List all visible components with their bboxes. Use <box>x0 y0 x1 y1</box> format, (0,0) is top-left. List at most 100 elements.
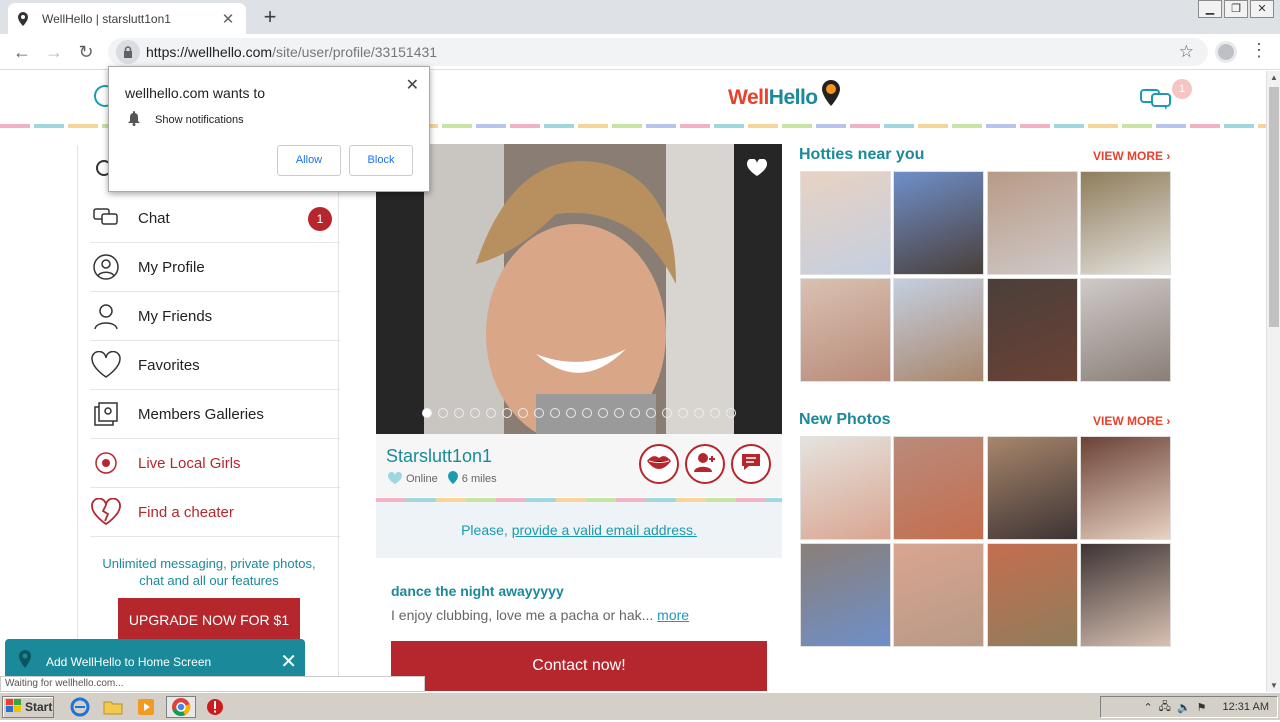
sidebar-item-my-friends[interactable]: My Friends <box>90 292 340 341</box>
carousel-dot[interactable] <box>726 408 736 418</box>
message-button[interactable] <box>731 444 771 484</box>
carousel-dot[interactable] <box>518 408 528 418</box>
reload-button[interactable]: ↻ <box>70 36 102 68</box>
sidebar-item-chat[interactable]: Chat 1 <box>90 194 340 243</box>
folder-icon[interactable] <box>103 697 123 717</box>
carousel-dot[interactable] <box>438 408 448 418</box>
bell-icon <box>127 111 141 129</box>
scrollbar-thumb[interactable] <box>1269 87 1279 327</box>
favorite-heart-icon[interactable] <box>746 158 768 182</box>
contact-now-button[interactable]: Contact now! <box>391 641 767 691</box>
sidebar-item-favorites[interactable]: Favorites <box>90 341 340 390</box>
scroll-down-arrow-icon[interactable]: ▼ <box>1267 681 1280 690</box>
carousel-dot[interactable] <box>598 408 608 418</box>
carousel-dot[interactable] <box>454 408 464 418</box>
address-bar[interactable]: https://wellhello.com/site/user/profile/… <box>108 38 1208 66</box>
kiss-button[interactable] <box>639 444 679 484</box>
browser-tab[interactable]: WellHello | starslutt1on1 ✕ <box>8 3 246 34</box>
popup-close-icon[interactable]: ✕ <box>406 75 419 95</box>
volume-icon[interactable]: 🔈 <box>1177 701 1191 714</box>
clock-time[interactable]: 12:31 AM <box>1223 701 1269 713</box>
window-controls: ▁ ❐ ✕ <box>1198 0 1274 18</box>
hottie-thumbnail[interactable] <box>893 278 984 382</box>
network-icon[interactable]: 🖧 <box>1159 698 1171 717</box>
scroll-up-arrow-icon[interactable]: ▲ <box>1267 73 1280 82</box>
hottie-thumbnail[interactable] <box>800 278 891 382</box>
new-photo-thumbnail[interactable] <box>893 436 984 540</box>
provide-email-link[interactable]: provide a valid email address. <box>512 522 697 538</box>
tray-expand-icon[interactable]: ⌃ <box>1143 701 1152 714</box>
forward-button[interactable]: → <box>38 36 70 68</box>
webcam-icon <box>90 447 122 479</box>
carousel-dot[interactable] <box>694 408 704 418</box>
wellhello-logo[interactable]: WellHello <box>728 86 818 110</box>
close-tab-icon[interactable]: ✕ <box>220 10 236 28</box>
new-photo-thumbnail[interactable] <box>987 436 1078 540</box>
new-photo-thumbnail[interactable] <box>800 543 891 647</box>
carousel-dot[interactable] <box>422 408 432 418</box>
close-window-button[interactable]: ✕ <box>1250 0 1274 18</box>
anyrun-watermark: ANY RUN <box>1038 681 1261 692</box>
add-friend-button[interactable] <box>685 444 725 484</box>
hottie-thumbnail[interactable] <box>893 171 984 275</box>
new-photos-title: New Photos <box>799 411 891 428</box>
hottie-thumbnail[interactable] <box>987 171 1078 275</box>
carousel-dot[interactable] <box>630 408 640 418</box>
allow-button[interactable]: Allow <box>277 145 341 176</box>
chat-notification-badge[interactable]: 1 <box>1172 79 1192 99</box>
hottie-thumbnail[interactable] <box>1080 278 1171 382</box>
upgrade-button[interactable]: UPGRADE NOW FOR $1 <box>118 598 300 642</box>
chrome-taskbar-button[interactable] <box>166 696 196 718</box>
carousel-dot[interactable] <box>486 408 496 418</box>
carousel-dot[interactable] <box>614 408 624 418</box>
carousel-dot[interactable] <box>582 408 592 418</box>
photo-carousel-dots <box>422 408 736 418</box>
account-avatar-icon[interactable] <box>1215 41 1237 63</box>
minimize-button[interactable]: ▁ <box>1198 0 1222 18</box>
start-button[interactable]: Start <box>2 696 54 718</box>
carousel-dot[interactable] <box>678 408 688 418</box>
carousel-dot[interactable] <box>710 408 720 418</box>
flag-icon[interactable]: ⚑ <box>1197 701 1207 714</box>
new-photo-thumbnail[interactable] <box>1080 543 1171 647</box>
hottie-thumbnail[interactable] <box>800 171 891 275</box>
carousel-dot[interactable] <box>534 408 544 418</box>
sidebar-item-find-a-cheater[interactable]: Find a cheater <box>90 488 340 537</box>
carousel-dot[interactable] <box>566 408 576 418</box>
new-photo-thumbnail[interactable] <box>893 543 984 647</box>
new-photo-thumbnail[interactable] <box>800 436 891 540</box>
carousel-dot[interactable] <box>502 408 512 418</box>
media-player-icon[interactable] <box>136 697 156 717</box>
sidebar-item-label: Live Local Girls <box>138 454 241 472</box>
browser-menu-icon[interactable]: ⋮ <box>1250 40 1268 61</box>
new-photos-view-more-link[interactable]: VIEW MORE › <box>1093 414 1170 428</box>
profile-photo[interactable] <box>376 144 782 434</box>
carousel-dot[interactable] <box>550 408 560 418</box>
sidebar-item-live-local-girls[interactable]: Live Local Girls <box>90 439 340 488</box>
bookmark-star-icon[interactable]: ☆ <box>1179 42 1194 62</box>
restore-button[interactable]: ❐ <box>1224 0 1248 18</box>
friends-icon <box>90 300 122 332</box>
new-tab-button[interactable]: + <box>258 5 282 29</box>
distance-text: 6 miles <box>461 473 497 485</box>
hotties-view-more-link[interactable]: VIEW MORE › <box>1093 149 1170 163</box>
banner-close-icon[interactable]: ✕ <box>280 649 297 674</box>
internet-explorer-icon[interactable] <box>70 697 90 717</box>
back-button[interactable]: ← <box>6 36 38 68</box>
sidebar-item-members-galleries[interactable]: Members Galleries <box>90 390 340 439</box>
more-link[interactable]: more <box>657 607 689 623</box>
sidebar-item-my-profile[interactable]: My Profile <box>90 243 340 292</box>
chat-bubbles-icon[interactable] <box>1140 87 1172 116</box>
carousel-dot[interactable] <box>646 408 656 418</box>
hottie-thumbnail[interactable] <box>987 278 1078 382</box>
carousel-dot[interactable] <box>470 408 480 418</box>
new-photo-thumbnail[interactable] <box>987 543 1078 647</box>
new-photo-thumbnail[interactable] <box>1080 436 1171 540</box>
carousel-dot[interactable] <box>662 408 672 418</box>
hottie-thumbnail[interactable] <box>1080 171 1171 275</box>
page-scrollbar[interactable]: ▲ ▼ <box>1266 71 1280 692</box>
distance-pin-icon <box>447 471 458 487</box>
alert-app-icon[interactable] <box>205 697 225 717</box>
lock-icon[interactable] <box>116 40 140 64</box>
block-button[interactable]: Block <box>349 145 413 176</box>
